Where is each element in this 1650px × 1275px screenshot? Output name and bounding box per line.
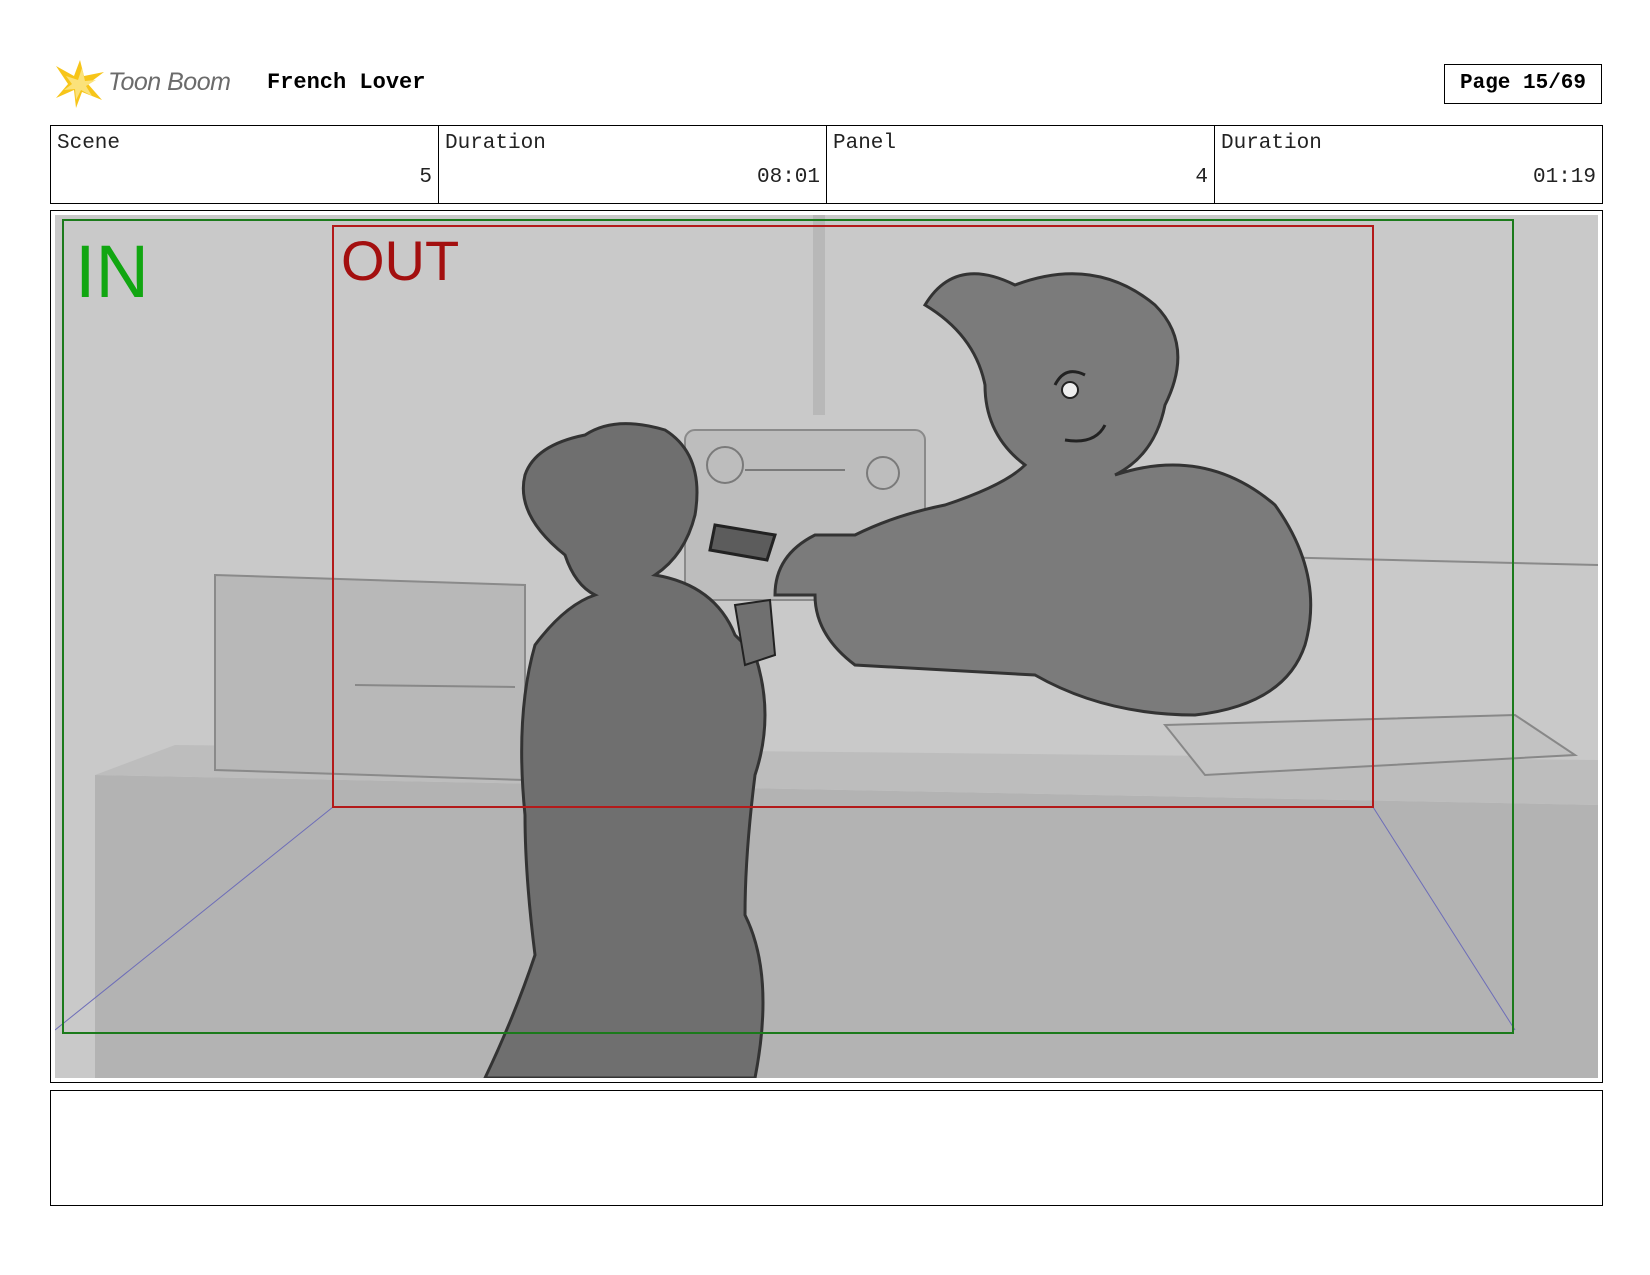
panel-cell: Panel 4 [827,126,1215,203]
panel-value: 4 [1195,166,1208,189]
scene-label: Scene [57,132,121,155]
scene-duration-label: Duration [445,132,546,155]
panel-duration-cell: Duration 01:19 [1215,126,1602,203]
scene-value: 5 [419,166,432,189]
scene-info-table: Scene 5 Duration 08:01 Panel 4 Duration … [50,125,1603,204]
out-label: OUT [341,229,460,292]
scene-duration-cell: Duration 08:01 [439,126,827,203]
scene-cell: Scene 5 [51,126,439,203]
panel-duration-label: Duration [1221,132,1322,155]
barista-eye [1061,381,1079,399]
left-cabinet [214,573,526,782]
starburst-icon [56,60,104,108]
panel-sketch [55,215,1598,1078]
toon-boom-logo: Toon Boom [52,56,252,112]
storyboard-panel: IN OUT [50,210,1603,1083]
pole [813,215,825,415]
logo-wordmark: Toon Boom [108,68,231,96]
panel-label: Panel [833,132,897,155]
page-indicator: Page 15/69 [1444,64,1602,104]
panel-notes-box[interactable] [50,1090,1603,1206]
in-label: IN [75,230,149,313]
project-title: French Lover [267,70,426,95]
scene-duration-value: 08:01 [756,166,820,189]
panel-duration-value: 01:19 [1532,166,1596,189]
